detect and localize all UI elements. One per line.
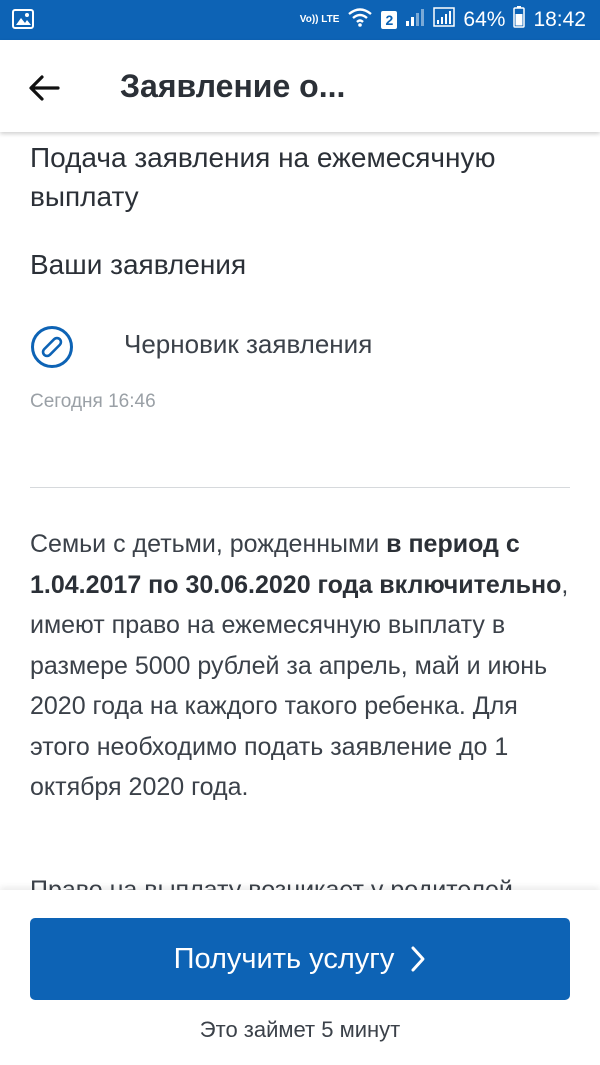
application-timestamp: Сегодня 16:46 [30,391,156,412]
bottom-action-panel: Получить услугу Это займет 5 минут [0,890,600,1065]
content-scroll-area[interactable]: Подача заявления на ежемесячную выплату … [0,132,600,890]
info-paragraph-2: Право на выплату возникает у родителей [30,876,513,890]
duration-note: Это займет 5 минут [199,1017,401,1042]
info-paragraph: Семьи с детьми, рожденными в период с 1.… [30,524,575,808]
app-bar: Заявление о... [0,40,600,132]
signal-sim2-icon [433,7,456,33]
back-button[interactable] [26,70,66,106]
signal-sim1-icon [405,7,425,33]
wifi-icon [347,7,373,33]
back-arrow-icon [29,75,60,101]
chevron-right-icon [411,946,425,972]
draft-status-icon [30,325,74,369]
get-service-label: Получить услугу [173,942,395,975]
page-title: Заявление о... [120,68,346,104]
battery-percent: 64% [463,8,506,31]
service-title: Подача заявления на ежемесячную выплату [30,142,496,212]
sim-slot-badge: 2 [381,11,398,29]
divider [30,487,570,488]
info-text-rest: , имеют право на ежемесячную выплату в р… [30,570,569,802]
application-status: Черновик заявления [124,329,373,359]
battery-icon [513,6,526,34]
status-bar: Vo)) LTE 2 64% 18:42 [0,0,600,40]
clock: 18:42 [533,8,586,31]
volte-indicator: Vo)) LTE [299,14,340,25]
info-text-lead: Семьи с детьми, рожденными [30,530,387,558]
applications-heading: Ваши заявления [30,249,247,280]
gallery-notification-icon [12,9,34,34]
get-service-button[interactable]: Получить услугу [30,918,570,1000]
